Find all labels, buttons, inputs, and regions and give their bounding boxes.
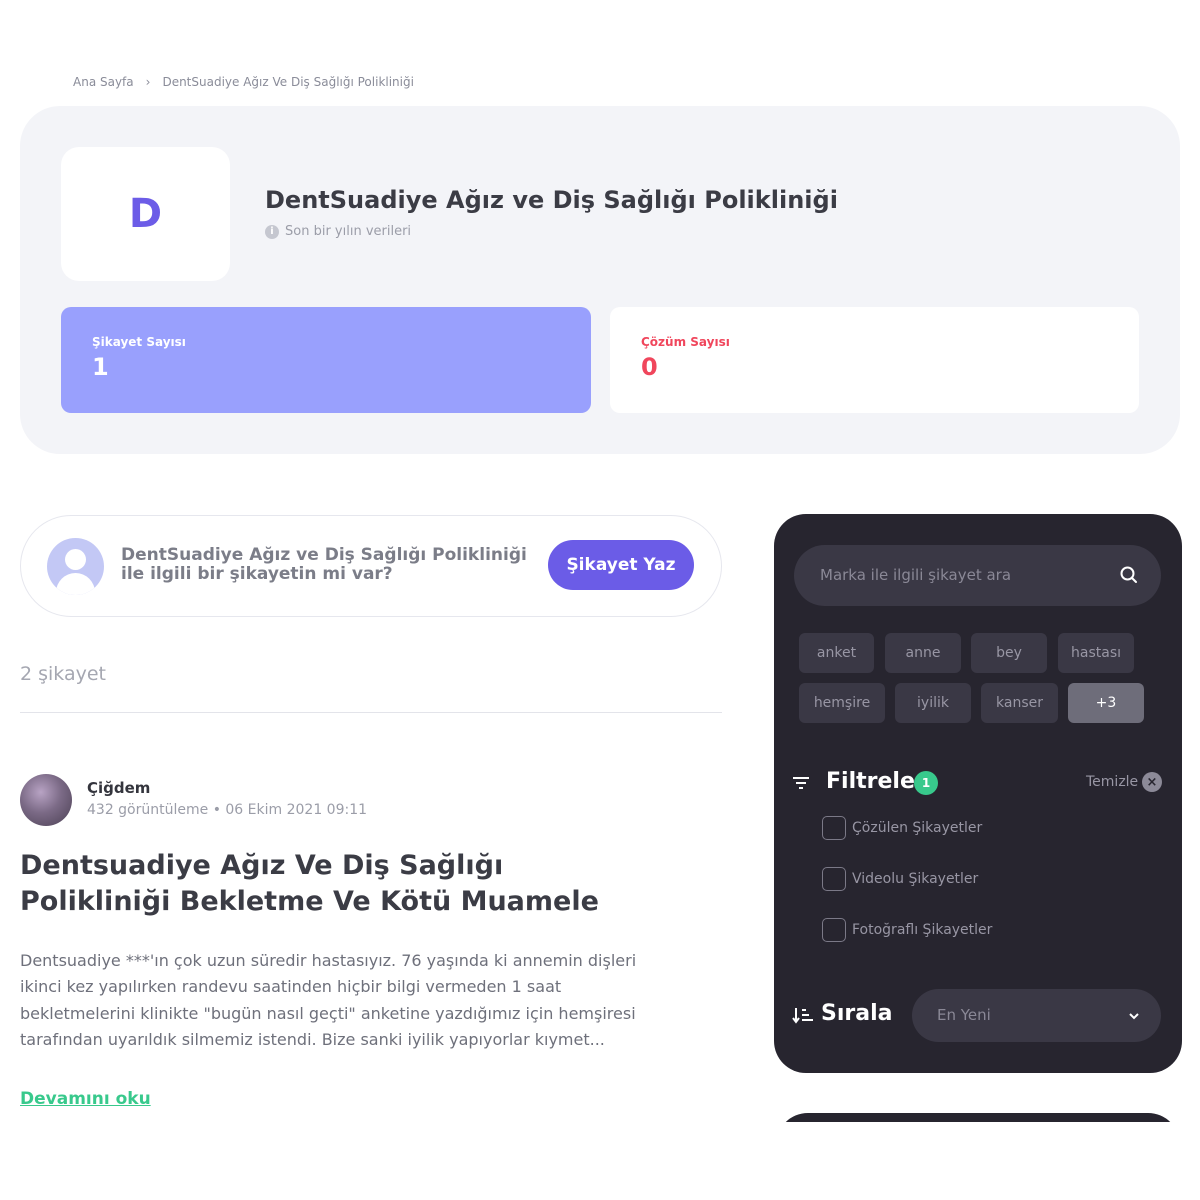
close-icon[interactable]: × <box>1142 772 1162 792</box>
post-title[interactable]: Dentsuadiye Ağız Ve Diş Sağlığı Poliklin… <box>20 848 640 920</box>
tag-hemsire[interactable]: hemşire <box>799 683 885 723</box>
complaint-count-label: Şikayet Sayısı <box>92 335 186 349</box>
post-excerpt: Dentsuadiye ***'ın çok uzun süredir hast… <box>20 951 637 1049</box>
tag-hastasi[interactable]: hastası <box>1058 633 1134 673</box>
search-input[interactable]: Marka ile ilgili şikayet ara <box>794 545 1161 606</box>
filter-sidebar: Marka ile ilgili şikayet ara anket anne … <box>774 514 1182 1073</box>
tag-iyilik[interactable]: iyilik <box>895 683 971 723</box>
breadcrumb-home[interactable]: Ana Sayfa <box>73 75 134 89</box>
write-complaint-box: DentSuadiye Ağız ve Diş Sağlığı Poliklin… <box>20 515 722 617</box>
user-placeholder-icon <box>47 538 104 595</box>
complaint-count-value: 1 <box>92 353 109 381</box>
checkbox[interactable] <box>822 867 846 891</box>
checkbox[interactable] <box>822 816 846 840</box>
filter-solved[interactable]: Çözülen Şikayetler <box>822 816 982 840</box>
filter-title: Filtrele <box>826 769 915 794</box>
brand-subtitle-text: Son bir yılın verileri <box>285 224 412 239</box>
filter-icon <box>793 777 809 789</box>
chevron-down-icon <box>1129 1013 1139 1020</box>
chevron-right-icon: › <box>145 75 151 89</box>
sort-select-value: En Yeni <box>937 1006 991 1024</box>
page: Ana Sayfa › DentSuadiye Ağız Ve Diş Sağl… <box>0 0 1200 1200</box>
brand-logo: D <box>61 147 230 281</box>
solution-count-value: 0 <box>641 353 658 381</box>
clear-filters-button[interactable]: Temizle <box>1086 774 1138 790</box>
filter-solved-label: Çözülen Şikayetler <box>852 820 983 836</box>
read-more-link[interactable]: Devamını oku <box>20 1089 151 1109</box>
sort-select[interactable]: En Yeni <box>912 989 1161 1042</box>
filter-count-badge: 1 <box>914 771 938 795</box>
divider <box>20 712 722 713</box>
filter-photo[interactable]: Fotoğraflı Şikayetler <box>822 918 992 942</box>
tag-kanser[interactable]: kanser <box>981 683 1058 723</box>
tag-anne[interactable]: anne <box>885 633 961 673</box>
filter-video-label: Videolu Şikayetler <box>852 871 979 887</box>
breadcrumb: Ana Sayfa › DentSuadiye Ağız Ve Diş Sağl… <box>73 75 414 89</box>
breadcrumb-current[interactable]: DentSuadiye Ağız Ve Diş Sağlığı Poliklin… <box>162 75 414 89</box>
filter-photo-label: Fotoğraflı Şikayetler <box>852 922 993 938</box>
sort-title: Sırala <box>821 1001 893 1026</box>
info-icon: i <box>265 224 279 239</box>
avatar <box>20 774 72 826</box>
sort-icon <box>792 1008 813 1024</box>
checkbox[interactable] <box>822 918 846 942</box>
write-complaint-prompt: DentSuadiye Ağız ve Diş Sağlığı Poliklin… <box>121 545 527 584</box>
solution-count-label: Çözüm Sayısı <box>641 335 730 349</box>
complaint-count-card: Şikayet Sayısı 1 <box>61 307 591 413</box>
filter-video[interactable]: Videolu Şikayetler <box>822 867 978 891</box>
brand-header: D DentSuadiye Ağız ve Diş Sağlığı Polikl… <box>20 106 1180 454</box>
tag-more[interactable]: +3 <box>1068 683 1144 723</box>
write-complaint-button[interactable]: Şikayet Yaz <box>548 540 694 590</box>
tag-anket[interactable]: anket <box>799 633 874 673</box>
tag-bey[interactable]: bey <box>971 633 1047 673</box>
brand-title: DentSuadiye Ağız ve Diş Sağlığı Poliklin… <box>265 186 838 214</box>
author-name: Çiğdem <box>87 779 151 797</box>
search-placeholder: Marka ile ilgili şikayet ara <box>820 566 1012 584</box>
brand-subtitle: i Son bir yılın verileri <box>265 224 411 239</box>
search-icon[interactable] <box>1119 565 1139 585</box>
complaint-list-count: 2 şikayet <box>20 663 107 685</box>
post-meta: 432 görüntüleme • 06 Ekim 2021 09:11 <box>87 802 368 818</box>
solution-count-card: Çözüm Sayısı 0 <box>610 307 1139 413</box>
